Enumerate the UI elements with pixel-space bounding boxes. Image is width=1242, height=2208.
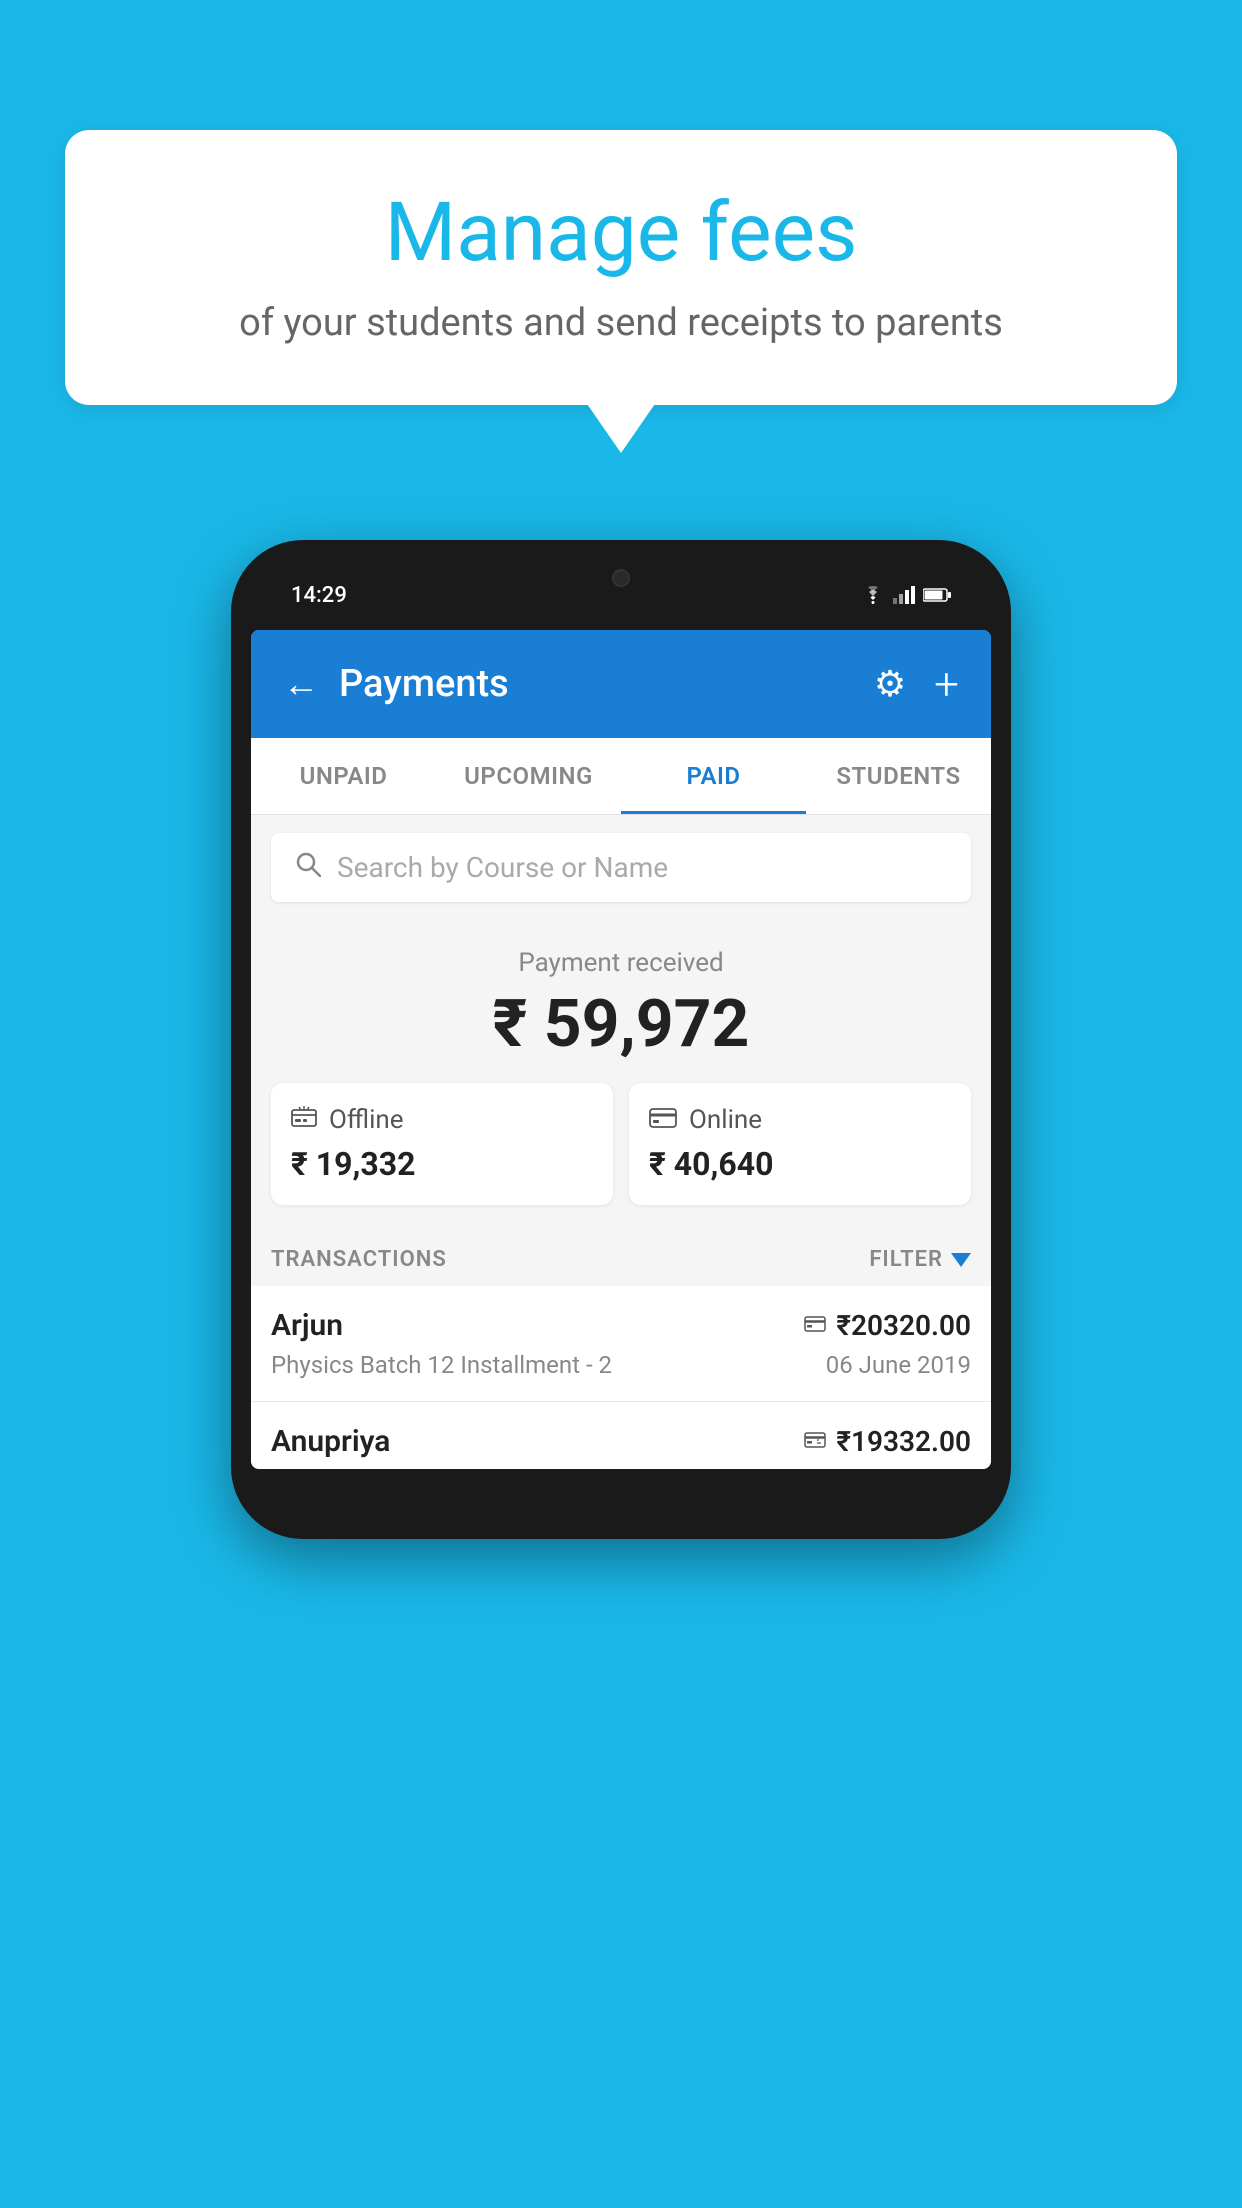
page-title: Payments bbox=[339, 662, 509, 706]
back-button[interactable]: ← bbox=[283, 663, 319, 705]
filter-triangle-icon bbox=[951, 1253, 971, 1267]
filter-button[interactable]: FILTER bbox=[869, 1247, 971, 1272]
offline-icon bbox=[291, 1106, 317, 1134]
online-payment-card: Online ₹ 40,640 bbox=[629, 1083, 971, 1205]
payment-received-label: Payment received bbox=[271, 948, 971, 978]
tab-students[interactable]: STUDENTS bbox=[806, 738, 991, 814]
transaction-amount: ₹20320.00 bbox=[836, 1309, 971, 1342]
phone-device: 14:29 bbox=[231, 540, 1011, 1539]
phone-screen: ← Payments ⚙ + UNPAID UPCOMING PAID STUD… bbox=[251, 630, 991, 1469]
tab-unpaid[interactable]: UNPAID bbox=[251, 738, 436, 814]
transaction-name: Arjun bbox=[271, 1308, 343, 1343]
partial-transaction-amount: ₹19332.00 bbox=[836, 1425, 971, 1458]
add-button[interactable]: + bbox=[934, 658, 959, 710]
status-time: 14:29 bbox=[291, 583, 347, 608]
transactions-header: TRANSACTIONS FILTER bbox=[251, 1229, 991, 1286]
filter-label: FILTER bbox=[869, 1247, 943, 1272]
offline-amount: ₹ 19,332 bbox=[291, 1145, 593, 1183]
payment-summary: Payment received ₹ 59,972 bbox=[251, 920, 991, 1229]
partial-transaction-name: Anupriya bbox=[271, 1424, 390, 1459]
transaction-row-partial[interactable]: Anupriya ₹19332.00 bbox=[251, 1402, 991, 1469]
tab-paid[interactable]: PAID bbox=[621, 738, 806, 814]
transaction-row[interactable]: Arjun ₹20320.00 Physics Batch 1 bbox=[251, 1286, 991, 1402]
offline-card-top: Offline bbox=[291, 1105, 593, 1135]
phone-frame: 14:29 bbox=[231, 540, 1011, 1539]
online-label: Online bbox=[689, 1105, 762, 1135]
partial-top: Anupriya ₹19332.00 bbox=[271, 1424, 971, 1459]
online-amount: ₹ 40,640 bbox=[649, 1145, 951, 1183]
wifi-icon bbox=[861, 586, 885, 604]
speech-bubble-container: Manage fees of your students and send re… bbox=[65, 130, 1177, 405]
transaction-bottom: Physics Batch 12 Installment - 2 06 June… bbox=[271, 1351, 971, 1379]
bubble-subtitle: of your students and send receipts to pa… bbox=[125, 301, 1117, 345]
partial-amount-container: ₹19332.00 bbox=[804, 1425, 971, 1458]
transaction-top: Arjun ₹20320.00 bbox=[271, 1308, 971, 1343]
offline-label: Offline bbox=[329, 1105, 404, 1135]
payment-cards: Offline ₹ 19,332 bbox=[271, 1083, 971, 1205]
cash-payment-icon bbox=[804, 1429, 826, 1454]
search-icon bbox=[295, 851, 321, 884]
status-icons bbox=[861, 586, 951, 604]
phone-bottom-bar bbox=[251, 1469, 991, 1519]
tab-upcoming[interactable]: UPCOMING bbox=[436, 738, 621, 814]
bubble-title: Manage fees bbox=[125, 185, 1117, 281]
payment-total-amount: ₹ 59,972 bbox=[271, 986, 971, 1063]
online-icon bbox=[649, 1106, 677, 1134]
battery-icon bbox=[923, 587, 951, 603]
transaction-date: 06 June 2019 bbox=[826, 1351, 971, 1379]
notch bbox=[561, 560, 681, 596]
transaction-course: Physics Batch 12 Installment - 2 bbox=[271, 1351, 612, 1379]
header-right: ⚙ + bbox=[874, 658, 959, 710]
header-left: ← Payments bbox=[283, 662, 509, 706]
gear-icon[interactable]: ⚙ bbox=[874, 663, 906, 705]
transactions-label: TRANSACTIONS bbox=[271, 1247, 447, 1272]
search-input[interactable]: Search by Course or Name bbox=[337, 851, 668, 884]
card-payment-icon bbox=[804, 1313, 826, 1338]
offline-payment-card: Offline ₹ 19,332 bbox=[271, 1083, 613, 1205]
camera bbox=[612, 569, 630, 587]
search-box[interactable]: Search by Course or Name bbox=[271, 833, 971, 902]
speech-bubble: Manage fees of your students and send re… bbox=[65, 130, 1177, 405]
search-container: Search by Course or Name bbox=[251, 815, 991, 920]
signal-icon bbox=[893, 586, 915, 604]
transaction-amount-container: ₹20320.00 bbox=[804, 1309, 971, 1342]
status-bar: 14:29 bbox=[251, 560, 991, 630]
online-card-top: Online bbox=[649, 1105, 951, 1135]
tabs-bar: UNPAID UPCOMING PAID STUDENTS bbox=[251, 738, 991, 815]
app-header: ← Payments ⚙ + bbox=[251, 630, 991, 738]
